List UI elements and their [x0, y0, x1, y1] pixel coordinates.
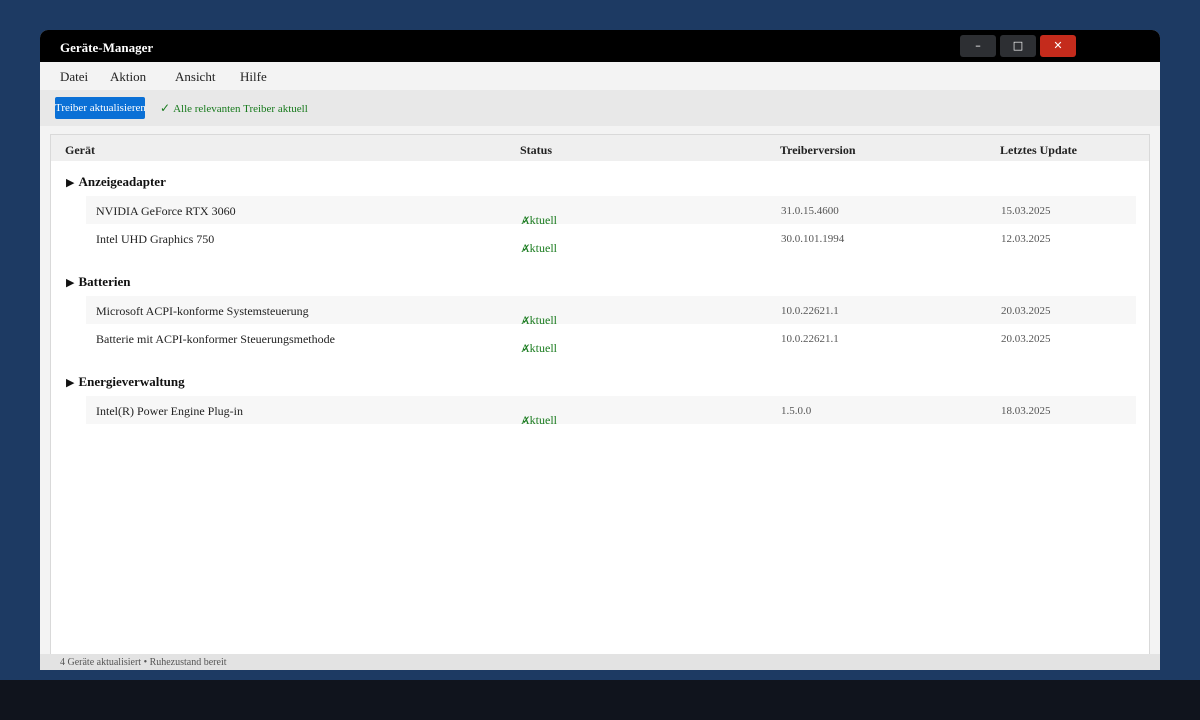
driver-version: 10.0.22621.1 [781, 305, 839, 317]
driver-version: 31.0.15.4600 [781, 205, 839, 217]
title-bar: Geräte-Manager – □ ✕ [40, 30, 1160, 62]
update-drivers-button[interactable]: Treiber aktualisieren [55, 97, 145, 119]
status-bar-text: 4 Geräte aktualisiert • Ruhezustand bere… [60, 657, 227, 668]
group-label: Energieverwaltung [78, 374, 185, 389]
triangle-right-icon: ▶ [66, 376, 75, 389]
group-label: Batterien [78, 274, 131, 289]
group-label: Anzeigeadapter [78, 174, 166, 189]
device-name: Batterie mit ACPI-konformer Steuerungsme… [96, 332, 335, 346]
triangle-right-icon: ▶ [66, 276, 75, 289]
device-manager-window: Geräte-Manager – □ ✕ Datei Aktion Ansich… [40, 30, 1160, 670]
maximize-button[interactable]: □ [1000, 35, 1036, 57]
driver-version: 30.0.101.1994 [781, 233, 845, 245]
last-update: 12.03.2025 [1001, 233, 1051, 245]
table-header: Gerät Status Treiberversion Letztes Upda… [51, 135, 1149, 161]
device-name: Microsoft ACPI-konforme Systemsteuerung [96, 304, 309, 318]
last-update: 18.03.2025 [1001, 405, 1051, 417]
table-row[interactable]: Intel(R) Power Engine Plug-in ✓ Aktuell 1… [86, 396, 1136, 427]
group-display-adapters[interactable]: ▶ Anzeigeadapter [66, 174, 166, 190]
last-update: 20.03.2025 [1001, 305, 1051, 317]
driver-version: 1.5.0.0 [781, 405, 812, 417]
menu-item-ansicht[interactable]: Ansicht [175, 69, 215, 85]
check-icon: ✓ [160, 101, 171, 115]
toolbar-status: ✓ Alle relevanten Treiber aktuell [160, 101, 308, 115]
device-name: NVIDIA GeForce RTX 3060 [96, 204, 236, 218]
device-name: Intel(R) Power Engine Plug-in [96, 404, 243, 418]
table-row[interactable]: Intel UHD Graphics 750 ✓ Aktuell 30.0.101… [86, 224, 1136, 255]
column-header-driver-version[interactable]: Treiberversion [780, 143, 856, 158]
last-update: 20.03.2025 [1001, 333, 1051, 345]
close-button[interactable]: ✕ [1040, 35, 1076, 57]
menu-item-hilfe[interactable]: Hilfe [240, 69, 267, 85]
menu-item-aktion[interactable]: Aktion [110, 69, 146, 85]
toolbar: Treiber aktualisieren ✓ Alle relevanten T… [40, 90, 1160, 126]
last-update: 15.03.2025 [1001, 205, 1051, 217]
column-header-device[interactable]: Gerät [65, 143, 95, 158]
group-power-management[interactable]: ▶ Energieverwaltung [66, 374, 185, 390]
group-batteries[interactable]: ▶ Batterien [66, 274, 130, 290]
update-drivers-label: Treiber aktualisieren [55, 102, 145, 114]
column-header-last-update[interactable]: Letztes Update [1000, 143, 1077, 158]
window-title: Geräte-Manager [60, 40, 154, 55]
toolbar-status-text: Alle relevanten Treiber aktuell [173, 103, 308, 115]
table-row[interactable]: Batterie mit ACPI-konformer Steuerungsme… [86, 324, 1136, 355]
menu-item-datei[interactable]: Datei [60, 69, 88, 85]
status-bar: 4 Geräte aktualisiert • Ruhezustand bere… [40, 654, 1160, 670]
table-row[interactable]: NVIDIA GeForce RTX 3060 ✓ Aktuell 31.0.15… [86, 196, 1136, 227]
triangle-right-icon: ▶ [66, 176, 75, 189]
driver-version: 10.0.22621.1 [781, 333, 839, 345]
minimize-button[interactable]: – [960, 35, 996, 57]
device-name: Intel UHD Graphics 750 [96, 232, 215, 246]
device-table: Gerät Status Treiberversion Letztes Upda… [50, 134, 1150, 670]
table-row[interactable]: Microsoft ACPI-konforme Systemsteuerung … [86, 296, 1136, 327]
taskbar [0, 680, 1200, 720]
menu-bar: Datei Aktion Ansicht Hilfe [40, 62, 1160, 90]
column-header-status[interactable]: Status [520, 143, 552, 158]
